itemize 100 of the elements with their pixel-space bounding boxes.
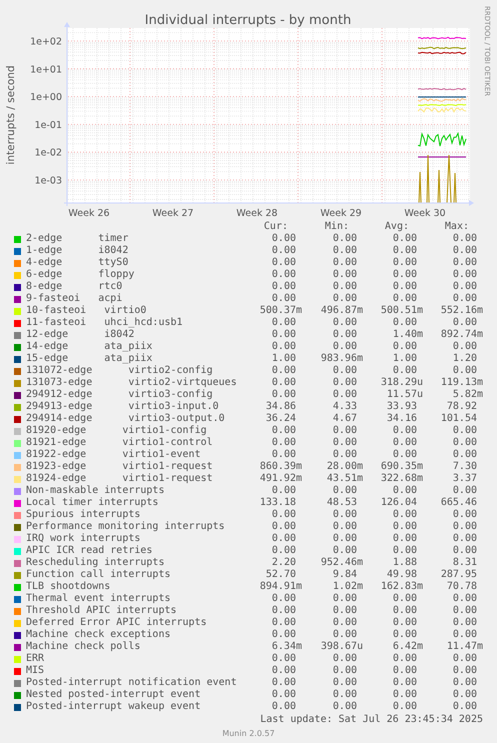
column-header: Min: bbox=[324, 221, 350, 232]
legend-label: Deferred Error APIC interrupts bbox=[26, 617, 208, 629]
legend-value: 0.00 bbox=[452, 449, 478, 460]
legend-value: 0.00 bbox=[272, 449, 297, 460]
legend-value: 4.67 bbox=[332, 413, 358, 424]
legend-value: 0.00 bbox=[272, 329, 297, 340]
legend-value: 9.84 bbox=[332, 569, 358, 580]
legend-value: 0.00 bbox=[452, 341, 478, 352]
legend-value: 28.00m bbox=[326, 461, 363, 472]
legend-value: 0.00 bbox=[332, 509, 358, 520]
y-tick-label: 1e-03 bbox=[34, 176, 62, 186]
legend-label: 294914-edge virtio3-output.0 bbox=[26, 413, 226, 425]
legend-value: 0.00 bbox=[272, 677, 297, 688]
legend-value: 0.00 bbox=[332, 257, 358, 268]
legend-value: 0.00 bbox=[452, 293, 478, 304]
legend-value: 6.42m bbox=[392, 641, 423, 652]
legend-label: APIC ICR read retries bbox=[26, 545, 154, 557]
legend-value: 322.68m bbox=[380, 473, 423, 484]
legend-value: 0.00 bbox=[272, 605, 297, 616]
x-tick-label: Week 30 bbox=[404, 208, 446, 219]
legend-label: Posted-interrupt wakeup event bbox=[26, 701, 202, 713]
legend-value: 952.46m bbox=[320, 557, 363, 568]
legend-label: 294912-edge virtio3-config bbox=[26, 389, 214, 401]
legend-value: 0.00 bbox=[332, 389, 358, 400]
legend-value: 0.00 bbox=[452, 233, 478, 244]
legend-value: 0.00 bbox=[452, 425, 478, 436]
legend-value: 0.00 bbox=[272, 425, 297, 436]
legend-value: 0.00 bbox=[392, 317, 418, 328]
legend-value: 0.00 bbox=[272, 293, 297, 304]
legend-value: 0.00 bbox=[332, 269, 358, 280]
last-update-text: Last update: Sat Jul 26 23:45:34 2025 bbox=[259, 714, 483, 726]
legend-value: 11.47m bbox=[446, 641, 483, 652]
legend-value: 0.00 bbox=[392, 629, 418, 640]
legend-value: 0.00 bbox=[272, 545, 297, 556]
legend-value: 0.00 bbox=[332, 701, 358, 712]
legend-value: 2.20 bbox=[272, 557, 297, 568]
y-tick-label: 1e-02 bbox=[34, 148, 62, 159]
legend-value: 0.00 bbox=[392, 689, 418, 700]
legend-value: 318.29u bbox=[380, 377, 423, 388]
legend-label: 81924-edge virtio1-request bbox=[26, 473, 214, 485]
legend-value: 34.86 bbox=[266, 401, 297, 412]
legend-value: 0.00 bbox=[272, 437, 297, 448]
legend-value: 162.83m bbox=[380, 581, 423, 592]
legend-value: 500.37m bbox=[260, 305, 302, 316]
legend-value: 0.00 bbox=[452, 653, 478, 664]
legend-label: Thermal event interrupts bbox=[26, 593, 172, 605]
legend-label: 81920-edge virtio1-config bbox=[26, 425, 208, 437]
legend-value: 0.00 bbox=[332, 677, 358, 688]
legend-label: ERR bbox=[26, 653, 46, 665]
legend-value: 0.00 bbox=[392, 545, 418, 556]
legend-value: 133.18 bbox=[260, 497, 297, 508]
legend-label: Machine check exceptions bbox=[26, 629, 172, 641]
legend-value: 491.92m bbox=[260, 473, 302, 484]
legend-value: 52.70 bbox=[266, 569, 297, 580]
legend-value: 0.00 bbox=[392, 593, 418, 604]
legend-value: 0.00 bbox=[332, 605, 358, 616]
legend-value: 665.46 bbox=[440, 497, 478, 508]
legend-label: 15-edge ata_piix bbox=[26, 353, 154, 365]
legend-value: 0.00 bbox=[392, 617, 418, 628]
legend-label: Threshold APIC interrupts bbox=[26, 605, 178, 617]
legend-label: Rescheduling interrupts bbox=[26, 557, 166, 569]
legend-value: 0.00 bbox=[272, 533, 297, 544]
legend-label: 1-edge i8042 bbox=[26, 245, 130, 257]
legend-value: 0.00 bbox=[272, 617, 297, 628]
legend-value: 0.00 bbox=[392, 485, 418, 496]
legend-value: 0.00 bbox=[392, 425, 418, 436]
legend-value: 0.00 bbox=[452, 245, 478, 256]
legend-value: 0.00 bbox=[272, 521, 297, 532]
legend-value: 0.00 bbox=[452, 257, 478, 268]
legend-label: Performance monitoring interrupts bbox=[26, 521, 226, 533]
legend-value: 0.00 bbox=[392, 653, 418, 664]
legend-value: 0.00 bbox=[392, 437, 418, 448]
legend-value: 0.00 bbox=[332, 365, 358, 376]
legend-value: 690.35m bbox=[380, 461, 423, 472]
legend-value: 34.16 bbox=[386, 413, 418, 424]
legend-value: 0.00 bbox=[392, 245, 418, 256]
legend-label: 12-edge i8042 bbox=[26, 329, 136, 341]
legend-value: 0.00 bbox=[332, 521, 358, 532]
legend-label: IRQ work interrupts bbox=[26, 533, 142, 545]
legend-value: 1.00 bbox=[272, 353, 297, 364]
legend-label: 8-edge rtc0 bbox=[26, 281, 124, 293]
legend-label: 4-edge ttyS0 bbox=[26, 257, 130, 269]
legend-value: 0.00 bbox=[332, 425, 358, 436]
legend-value: 78.92 bbox=[446, 401, 478, 412]
legend-value: 0.00 bbox=[332, 593, 358, 604]
legend-value: 0.00 bbox=[332, 533, 358, 544]
legend-label: 131073-edge virtio2-virtqueues bbox=[26, 377, 238, 389]
legend-value: 1.02m bbox=[332, 581, 363, 592]
legend-value: 0.00 bbox=[452, 665, 478, 676]
legend-value: 0.00 bbox=[272, 341, 297, 352]
y-tick-label: 1e+02 bbox=[30, 36, 62, 48]
legend-value: 0.00 bbox=[452, 281, 478, 292]
version-text: Munin 2.0.57 bbox=[221, 728, 276, 740]
legend-value: 8.31 bbox=[452, 557, 478, 568]
legend-value: 0.00 bbox=[272, 245, 297, 256]
legend-value: 0.00 bbox=[332, 377, 358, 388]
legend-value: 0.00 bbox=[452, 521, 478, 532]
legend-value: 0.00 bbox=[332, 233, 358, 244]
legend-value: 0.00 bbox=[452, 689, 478, 700]
legend-value: 0.00 bbox=[452, 677, 478, 688]
